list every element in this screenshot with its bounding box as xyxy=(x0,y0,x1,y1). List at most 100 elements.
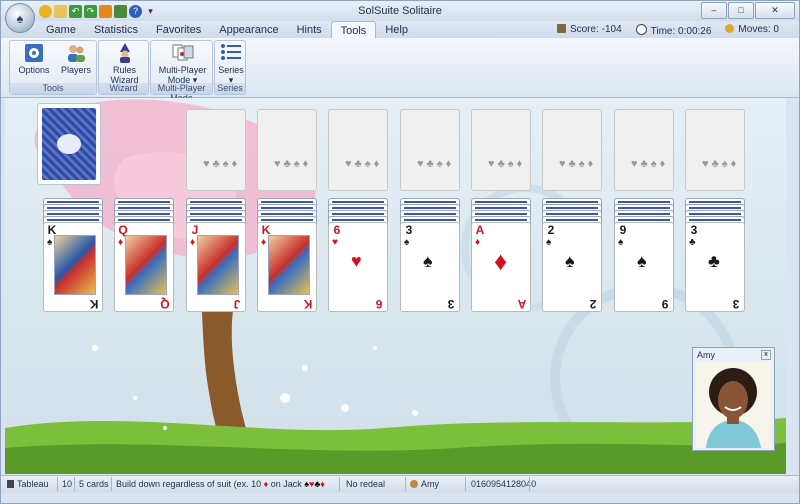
face-up-card[interactable]: 6 ♥ 6 ♥ xyxy=(328,222,388,312)
card-rank-bottom: 2 xyxy=(589,297,597,311)
status-bar: Tableau 10 5 cards Build down regardless… xyxy=(1,475,799,493)
card-center-pip: ♠ xyxy=(565,251,575,271)
close-button[interactable]: ✕ xyxy=(755,2,795,19)
card-rank-bottom: Q xyxy=(160,297,170,311)
ribbon-group-tools: Options Players Tools xyxy=(9,40,97,95)
tab-help[interactable]: Help xyxy=(376,21,417,38)
clock-icon xyxy=(635,24,647,35)
players-icon xyxy=(68,45,85,62)
rule-description: Build down regardless of suit (ex. 10 ♦ … xyxy=(116,479,325,489)
card-rank-bottom: 3 xyxy=(447,297,455,311)
foundation-pile[interactable]: ♥♣♠♦ xyxy=(614,109,674,191)
group-label-multi-player: Multi-Player Mode xyxy=(151,83,212,103)
card-suit-icon: ♠ xyxy=(546,237,552,248)
players-button[interactable]: Players xyxy=(58,43,94,75)
foundation-pile[interactable]: ♥♣♠♦ xyxy=(257,109,317,191)
card-center-pip: ♥ xyxy=(351,251,362,271)
stock-pile[interactable] xyxy=(37,103,101,185)
card-rank: 3 xyxy=(690,223,698,237)
face-up-card[interactable]: A ♦ A ♦ xyxy=(471,222,531,312)
maximize-button[interactable]: □ xyxy=(728,2,754,19)
face-up-card[interactable]: K ♦ K xyxy=(257,222,317,312)
foundation-pile[interactable]: ♥♣♠♦ xyxy=(542,109,602,191)
card-rank: 3 xyxy=(405,223,413,237)
foundation-pile[interactable]: ♥♣♠♦ xyxy=(400,109,460,191)
ribbon-group-series: Series ▾ Series xyxy=(214,40,246,95)
foundation-suits: ♥♣♠♦ xyxy=(631,158,669,170)
card-center-pip: ♠ xyxy=(637,251,647,271)
title-bar: ↶ ↷ ? ▾ SolSuite Solitaire – □ ✕ xyxy=(1,1,799,21)
foundation-pile[interactable]: ♥♣♠♦ xyxy=(685,109,745,191)
multi-player-icon xyxy=(172,44,193,61)
options-button[interactable]: Options xyxy=(16,43,52,75)
player-avatar-photo xyxy=(696,362,771,448)
tab-statistics[interactable]: Statistics xyxy=(85,21,147,38)
face-up-card[interactable]: J ♦ J xyxy=(186,222,246,312)
face-up-card[interactable]: 3 ♠ 3 ♠ xyxy=(400,222,460,312)
card-suit-icon: ♦ xyxy=(118,237,124,248)
card-rank: A xyxy=(475,223,485,237)
card-rank-bottom: K xyxy=(89,297,99,311)
redeal-info: No redeal xyxy=(346,479,386,489)
rule-diamond-icon: ♦ xyxy=(263,479,269,489)
game-type-text: Tableau xyxy=(17,479,49,489)
group-label-wizard: Wizard xyxy=(99,83,148,94)
card-suit-icon: ♦ xyxy=(190,237,196,248)
face-up-card[interactable]: 9 ♠ 9 ♠ xyxy=(614,222,674,312)
rule-suits-icon: ♠♥♣♦ xyxy=(304,479,325,489)
court-card-portrait xyxy=(125,235,167,295)
game-status: Score: -104 Time: 0:00:26 Moves: 0 xyxy=(556,24,779,37)
card-rank-bottom: 6 xyxy=(375,297,383,311)
card-center-pip: ♠ xyxy=(423,251,433,271)
ribbon: Options Players Tools Rules Wizard Wizar… xyxy=(1,38,799,103)
minimize-button[interactable]: – xyxy=(701,2,727,19)
card-back-emblem-icon xyxy=(57,134,81,154)
moves-icon xyxy=(725,24,735,33)
tab-appearance[interactable]: Appearance xyxy=(210,21,287,38)
tab-game[interactable]: Game xyxy=(37,21,85,38)
tab-hints[interactable]: Hints xyxy=(288,21,331,38)
cards-count: 5 cards xyxy=(79,479,109,489)
tab-favorites[interactable]: Favorites xyxy=(147,21,210,38)
rule-text-part1: Build down regardless of suit (ex. 10 xyxy=(116,479,262,489)
ribbon-group-wizard: Rules Wizard Wizard xyxy=(98,40,149,95)
player-avatar-panel: Amy x xyxy=(692,347,775,451)
foundation-pile[interactable]: ♥♣♠♦ xyxy=(471,109,531,191)
group-label-series: Series xyxy=(215,83,245,94)
face-up-card[interactable]: K ♠ K xyxy=(43,222,103,312)
card-suit-icon: ♦ xyxy=(475,237,481,248)
court-card-portrait xyxy=(197,235,239,295)
panel-close-button[interactable]: x xyxy=(761,350,771,360)
player-icon xyxy=(410,480,418,488)
app-menu-button[interactable]: ♠ xyxy=(5,3,35,33)
group-label-tools: Tools xyxy=(10,83,96,94)
wizard-icon xyxy=(119,43,130,63)
face-up-card[interactable]: Q ♦ Q xyxy=(114,222,174,312)
foundation-pile[interactable]: ♥♣♠♦ xyxy=(328,109,388,191)
card-rank-bottom: A xyxy=(517,297,527,311)
tab-tools[interactable]: Tools xyxy=(330,21,377,39)
app-window: ↶ ↷ ? ▾ SolSuite Solitaire – □ ✕ ♠ Game … xyxy=(0,0,800,504)
foundation-pile[interactable]: ♥♣♠♦ xyxy=(186,109,246,191)
tableau-icon xyxy=(7,480,14,488)
multi-player-mode-button[interactable]: Multi-Player Mode ▾ xyxy=(155,43,210,85)
series-list-icon xyxy=(221,44,241,60)
face-up-card[interactable]: 3 ♣ 3 ♣ xyxy=(685,222,745,312)
face-up-card[interactable]: 2 ♠ 2 ♠ xyxy=(542,222,602,312)
score-icon xyxy=(556,24,566,33)
card-suit-icon: ♠ xyxy=(47,237,53,248)
card-suit-icon: ♥ xyxy=(332,237,338,248)
time-indicator: Time: 0:00:26 xyxy=(635,24,711,37)
status-player-name: Amy xyxy=(421,479,439,489)
card-rank: 2 xyxy=(547,223,555,237)
rules-wizard-button[interactable]: Rules Wizard xyxy=(103,43,146,85)
foundation-suits: ♥♣♠♦ xyxy=(702,158,740,170)
options-label: Options xyxy=(18,65,50,75)
ribbon-group-multiplayer: Multi-Player Mode ▾ Multi-Player Mode xyxy=(150,40,213,103)
foundation-suits: ♥♣♠♦ xyxy=(345,158,383,170)
foundation-suits: ♥♣♠♦ xyxy=(559,158,597,170)
status-player: Amy xyxy=(410,479,439,489)
window-controls: – □ ✕ xyxy=(701,2,795,19)
moves-indicator: Moves: 0 xyxy=(725,24,779,37)
series-button[interactable]: Series ▾ xyxy=(217,43,245,85)
